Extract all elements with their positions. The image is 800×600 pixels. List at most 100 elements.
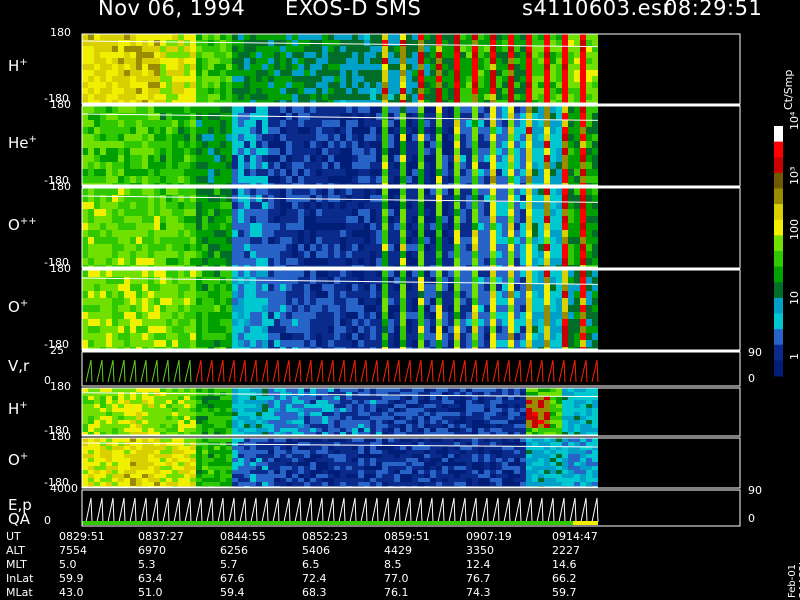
heat-cell [358,428,364,432]
heat-cell [136,188,142,195]
heat-cell [370,70,376,76]
heat-cell [586,88,592,94]
heat-cell [130,155,136,162]
heat-cell [202,134,208,141]
heat-cell [118,291,124,298]
heat-cell [160,169,166,176]
heat-cell [418,120,424,127]
heat-cell [562,155,568,162]
heat-cell [334,216,340,223]
heat-cell [196,270,202,277]
sweep-mark [459,359,467,383]
heat-cell [136,148,142,155]
heat-cell [544,169,550,176]
heat-cell [376,230,382,237]
heat-cell [328,134,334,141]
heat-cell [406,82,412,88]
heat-cell [334,46,340,52]
heat-cell [292,120,298,127]
heat-cell [106,106,112,113]
heat-cell [568,312,574,319]
heat-cell [148,155,154,162]
heat-cell [106,298,112,305]
heat-cell [418,326,424,333]
heat-cell [406,169,412,176]
heat-cell [280,412,286,416]
heat-cell [526,270,532,277]
heat-cell [592,340,598,347]
heat-cell [538,70,544,76]
heat-cell [184,420,190,424]
heat-cell [148,400,154,404]
heat-cell [346,141,352,148]
sweep-mark [503,359,511,383]
heat-cell [430,291,436,298]
heat-cell [124,230,130,237]
heat-cell [514,58,520,64]
heat-cell [424,305,430,312]
heat-cell [394,428,400,432]
heat-cell [226,340,232,347]
heat-cell [190,319,196,326]
heat-cell [580,326,586,333]
sweep-mark [217,359,225,383]
heat-cell [520,284,526,291]
heat-cell [178,298,184,305]
heat-cell [568,52,574,58]
sweep-mark [514,359,522,383]
heat-cell [286,416,292,420]
heat-cell [472,428,478,432]
heat-cell [286,326,292,333]
heat-cell [550,34,556,40]
heat-cell [496,127,502,134]
heat-cell [328,251,334,258]
heat-cell [436,237,442,244]
heat-cell [310,202,316,209]
heat-cell [196,230,202,237]
heat-cell [124,40,130,46]
heat-cell [106,251,112,258]
heat-cell [424,333,430,340]
heat-cell [568,82,574,88]
heat-cell [118,34,124,40]
heat-cell [214,52,220,58]
heat-cell [208,230,214,237]
heat-cell [364,82,370,88]
heat-cell [226,188,232,195]
heat-cell [316,148,322,155]
heat-cell [208,127,214,134]
heat-cell [112,94,118,100]
heat-cell [172,162,178,169]
heat-cell [256,106,262,113]
heat-cell [316,188,322,195]
heat-cell [298,223,304,230]
heat-cell [388,169,394,176]
heat-cell [238,251,244,258]
heat-cell [292,162,298,169]
heat-cell [466,120,472,127]
heat-cell [400,408,406,412]
heat-cell [460,305,466,312]
heat-cell [478,216,484,223]
heat-cell [172,76,178,82]
heat-cell [520,258,526,265]
heat-cell [550,244,556,251]
heat-cell [418,113,424,120]
heat-cell [430,64,436,70]
heat-cell [286,400,292,404]
heat-cell [328,270,334,277]
heat-cell [568,291,574,298]
heat-cell [190,277,196,284]
heat-cell [586,270,592,277]
heat-cell [436,176,442,183]
heat-cell [220,326,226,333]
heat-cell [442,340,448,347]
heat-cell [208,258,214,265]
heat-cell [526,113,532,120]
heat-cell [586,216,592,223]
heat-cell [148,195,154,202]
heat-cell [388,162,394,169]
heat-cell [268,127,274,134]
heat-cell [574,176,580,183]
heat-cell [514,70,520,76]
